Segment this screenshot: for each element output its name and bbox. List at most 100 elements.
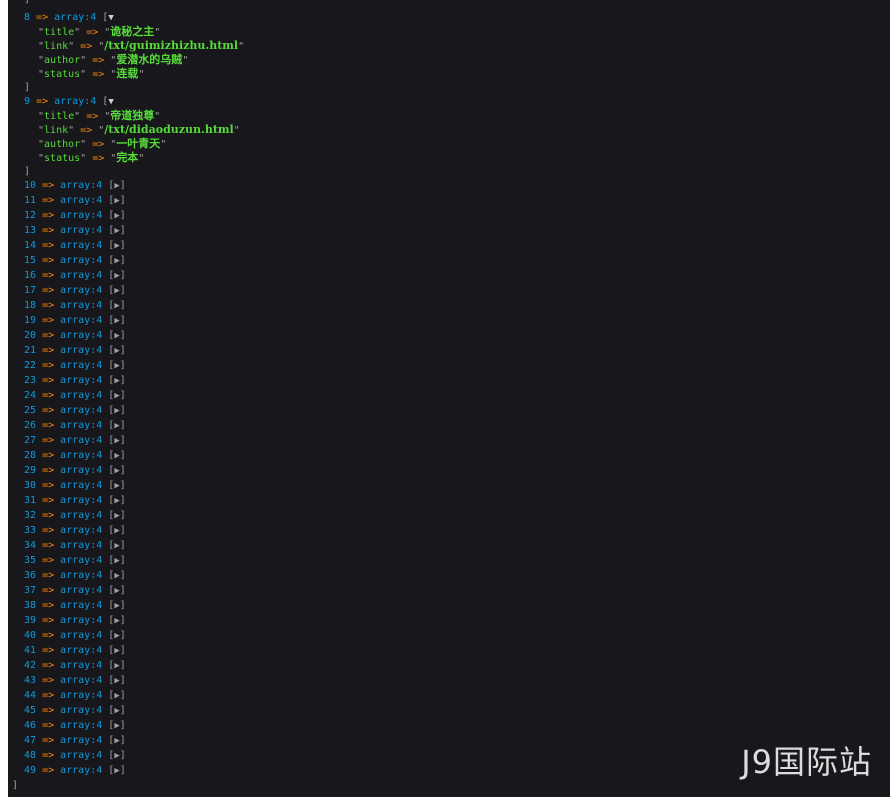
type-label: array:4 [60, 645, 109, 656]
entry-index: 30 [24, 480, 43, 491]
arrow-operator: => [42, 345, 61, 356]
entry-index: 33 [24, 525, 43, 536]
collapsed-array-row: 20 => array:4 [▶] [24, 329, 126, 343]
entry-index: 24 [24, 390, 43, 401]
collapse-toggle-icon[interactable]: ▼ [108, 13, 113, 23]
entry-index: 48 [24, 750, 43, 761]
entry-index: 45 [24, 705, 43, 716]
arrow-operator: => [36, 12, 55, 23]
close-bracket: ] [119, 465, 126, 476]
entry-index: 32 [24, 510, 43, 521]
close-bracket: ] [119, 480, 126, 491]
type-label: array:4 [60, 675, 109, 686]
bracket: ] [24, 166, 31, 177]
close-bracket: ] [119, 735, 126, 746]
collapsed-array-row: 40 => array:4 [▶] [24, 629, 126, 643]
type-label: array:4 [60, 240, 109, 251]
quote: " [154, 111, 161, 122]
quote: " [138, 69, 145, 80]
collapsed-array-row: 30 => array:4 [▶] [24, 479, 126, 493]
collapsed-array-row: 24 => array:4 [▶] [24, 389, 126, 403]
arrow-operator: => [42, 600, 61, 611]
close-bracket: ] [119, 195, 126, 206]
close-bracket: ] [119, 285, 126, 296]
arrow-operator: => [36, 96, 55, 107]
entry-index: 39 [24, 615, 43, 626]
entry-index: 29 [24, 465, 43, 476]
arrow-operator: => [42, 195, 61, 206]
type-label: array:4 [60, 390, 109, 401]
type-label: array:4 [60, 765, 109, 776]
type-label: array:4 [60, 345, 109, 356]
close-bracket: ] [119, 645, 126, 656]
close-bracket: ] [119, 300, 126, 311]
close-bracket: ] [119, 615, 126, 626]
entry-index: 20 [24, 330, 43, 341]
close-bracket: ] [119, 450, 126, 461]
closing-bracket: ] [24, 165, 30, 179]
type-label: array:4 [60, 270, 109, 281]
type-label: array:4 [60, 630, 109, 641]
field-row: "author" => "一叶青天" [38, 137, 166, 151]
close-bracket: ] [119, 630, 126, 641]
entry-index: 46 [24, 720, 43, 731]
close-bracket: ] [119, 675, 126, 686]
entry-index: 43 [24, 675, 43, 686]
arrow-operator: => [86, 139, 111, 150]
entry-index: 34 [24, 540, 43, 551]
entry-index: 11 [24, 195, 43, 206]
arrow-operator: => [42, 255, 61, 266]
collapsed-array-row: 13 => array:4 [▶] [24, 224, 126, 238]
collapsed-array-row: 33 => array:4 [▶] [24, 524, 126, 538]
close-bracket: ] [119, 720, 126, 731]
collapse-toggle-icon[interactable]: ▼ [108, 97, 113, 107]
type-label: array:4 [60, 615, 109, 626]
field-value: 帝道独尊 [110, 109, 155, 122]
field-row: "status" => "完本" [38, 151, 144, 165]
collapsed-array-row: 16 => array:4 [▶] [24, 269, 126, 283]
arrow-operator: => [42, 480, 61, 491]
close-bracket: ] [119, 585, 126, 596]
closing-bracket: ] [24, 81, 30, 95]
field-key: title [44, 111, 75, 122]
quote: " [138, 153, 145, 164]
array-entry-header: 9 => array:4 [▼ [24, 95, 114, 109]
close-bracket: ] [119, 660, 126, 671]
close-bracket: ] [119, 180, 126, 191]
arrow-operator: => [42, 495, 61, 506]
arrow-operator: => [42, 720, 61, 731]
collapsed-array-row: 31 => array:4 [▶] [24, 494, 126, 508]
type-label: array:4 [60, 510, 109, 521]
arrow-operator: => [42, 375, 61, 386]
closing-bracket: ] [24, 0, 30, 7]
arrow-operator: => [42, 525, 61, 536]
watermark-logo: J9国际站 [741, 743, 872, 781]
arrow-operator: => [42, 300, 61, 311]
type-label: array:4 [60, 570, 109, 581]
entry-index: 13 [24, 225, 43, 236]
arrow-operator: => [42, 450, 61, 461]
arrow-operator: => [42, 330, 61, 341]
closing-bracket: ] [12, 779, 18, 793]
arrow-operator: => [42, 675, 61, 686]
arrow-operator: => [42, 690, 61, 701]
bracket: ] [24, 0, 30, 5]
collapsed-array-row: 43 => array:4 [▶] [24, 674, 126, 688]
arrow-operator: => [42, 750, 61, 761]
collapsed-array-row: 23 => array:4 [▶] [24, 374, 126, 388]
type-label: array:4 [60, 720, 109, 731]
field-row: "title" => "诡秘之主" [38, 25, 160, 39]
type-label: array:4 [60, 180, 109, 191]
field-row: "author" => "爱潜水的乌贼" [38, 53, 188, 67]
close-bracket: ] [119, 495, 126, 506]
type-label: array:4 [60, 375, 109, 386]
arrow-operator: => [42, 420, 61, 431]
entry-index: 25 [24, 405, 43, 416]
arrow-operator: => [42, 645, 61, 656]
collapsed-array-row: 29 => array:4 [▶] [24, 464, 126, 478]
type-label: array:4 [60, 255, 109, 266]
close-bracket: ] [119, 525, 126, 536]
entry-index: 16 [24, 270, 43, 281]
type-label: array:4 [60, 480, 109, 491]
collapsed-array-row: 19 => array:4 [▶] [24, 314, 126, 328]
